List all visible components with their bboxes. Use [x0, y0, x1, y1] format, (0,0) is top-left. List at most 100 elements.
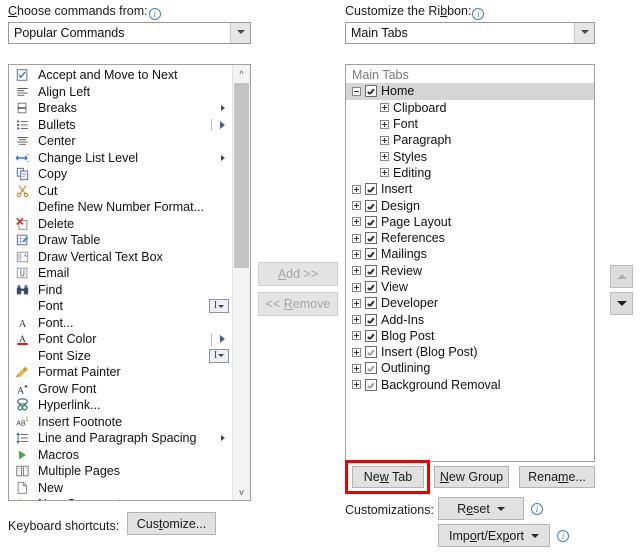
- expand-plus-icon[interactable]: [380, 119, 389, 129]
- command-list-item[interactable]: Format Painter: [9, 364, 233, 381]
- tree-item-checkbox[interactable]: [365, 215, 377, 228]
- expand-plus-icon[interactable]: [352, 184, 361, 194]
- tree-item-checkbox[interactable]: [365, 281, 377, 293]
- expand-plus-icon[interactable]: [380, 135, 389, 145]
- tree-item[interactable]: Styles: [346, 148, 594, 164]
- expand-plus-icon[interactable]: [352, 266, 361, 276]
- command-list-item[interactable]: A Draw Vertical Text Box: [9, 249, 233, 266]
- tree-item-checkbox[interactable]: [365, 85, 377, 98]
- command-list-item[interactable]: Multiple Pages: [9, 463, 233, 480]
- combo-box-indicator-icon[interactable]: I: [209, 299, 229, 313]
- command-list-item[interactable]: New Comment: [9, 496, 233, 500]
- expand-plus-icon[interactable]: [352, 331, 361, 341]
- tree-item[interactable]: Home: [346, 83, 594, 100]
- commands-list-scrollbar[interactable]: ^ v: [232, 65, 250, 500]
- split-dropdown-arrow-icon[interactable]: [220, 120, 225, 129]
- expand-plus-icon[interactable]: [352, 363, 361, 373]
- tree-item[interactable]: Font: [346, 116, 594, 132]
- expand-plus-icon[interactable]: [352, 298, 361, 308]
- tree-item-checkbox[interactable]: [365, 313, 377, 326]
- tree-item-checkbox[interactable]: [365, 183, 377, 196]
- command-list-item[interactable]: AB 1 Insert Footnote: [9, 414, 233, 431]
- command-list-item[interactable]: Email: [9, 265, 233, 282]
- choose-commands-combobox[interactable]: Popular Commands: [8, 22, 251, 44]
- command-list-item[interactable]: Accept and Move to Next: [9, 67, 233, 84]
- expand-plus-icon[interactable]: [352, 201, 361, 211]
- combo-box-indicator-icon[interactable]: I: [209, 348, 229, 363]
- expand-plus-icon[interactable]: [352, 217, 361, 227]
- command-list-item[interactable]: Change List Level: [9, 150, 233, 167]
- tree-item[interactable]: Outlining: [346, 360, 594, 376]
- command-list-item[interactable]: Breaks: [9, 100, 233, 117]
- command-list-item[interactable]: A Grow Font: [9, 381, 233, 398]
- tree-item-checkbox[interactable]: [365, 362, 377, 375]
- expand-plus-icon[interactable]: [380, 103, 389, 113]
- tree-item[interactable]: Editing: [346, 165, 594, 181]
- command-list-item[interactable]: Font I: [9, 298, 233, 315]
- info-icon[interactable]: i: [557, 530, 569, 542]
- info-icon[interactable]: i: [148, 8, 161, 20]
- tree-item-checkbox[interactable]: [365, 248, 377, 261]
- expand-plus-icon[interactable]: [352, 347, 361, 357]
- expand-plus-icon[interactable]: [352, 315, 361, 325]
- expand-plus-icon[interactable]: [352, 233, 361, 243]
- tree-item-checkbox[interactable]: [365, 297, 377, 310]
- tree-item[interactable]: Design: [346, 197, 594, 213]
- rename-button[interactable]: Rename...: [519, 466, 595, 488]
- command-list-item[interactable]: A Font...: [9, 315, 233, 332]
- new-tab-button[interactable]: New Tab: [352, 466, 424, 488]
- import-export-button[interactable]: Import/Export: [438, 524, 550, 547]
- commands-listbox[interactable]: Accept and Move to Next Align Left Breaks B…: [8, 64, 251, 501]
- tree-item[interactable]: References: [346, 230, 594, 246]
- tree-item-checkbox[interactable]: [365, 264, 377, 277]
- tree-item-checkbox[interactable]: [365, 378, 377, 391]
- customize-button[interactable]: Customize...: [127, 512, 216, 535]
- expand-plus-icon[interactable]: [352, 249, 361, 259]
- tree-item[interactable]: Clipboard: [346, 100, 594, 116]
- command-list-item[interactable]: Find: [9, 282, 233, 299]
- scrollbar-thumb[interactable]: [234, 83, 249, 268]
- command-list-item[interactable]: Center: [9, 133, 233, 150]
- command-list-item[interactable]: Hyperlink...: [9, 397, 233, 414]
- command-list-item[interactable]: A Font Color: [9, 331, 233, 348]
- move-down-button[interactable]: [610, 292, 633, 315]
- tree-item[interactable]: Blog Post: [346, 328, 594, 344]
- command-list-item[interactable]: Line and Paragraph Spacing: [9, 430, 233, 447]
- expand-plus-icon[interactable]: [380, 168, 389, 178]
- tree-item[interactable]: Background Removal: [346, 377, 594, 393]
- command-list-item[interactable]: Font Size I: [9, 348, 233, 365]
- scroll-up-icon[interactable]: ^: [233, 65, 250, 82]
- command-list-item[interactable]: Copy: [9, 166, 233, 183]
- command-list-item[interactable]: Cut: [9, 183, 233, 200]
- tree-item[interactable]: Paragraph: [346, 132, 594, 148]
- command-list-item[interactable]: Define New Number Format...: [9, 199, 233, 216]
- new-group-button[interactable]: New Group: [434, 466, 509, 488]
- tree-item[interactable]: Mailings: [346, 246, 594, 262]
- info-icon[interactable]: i: [531, 503, 543, 515]
- tree-item[interactable]: Insert: [346, 181, 594, 197]
- tree-item-checkbox[interactable]: [365, 346, 377, 359]
- info-icon[interactable]: i: [472, 8, 485, 20]
- expand-plus-icon[interactable]: [352, 282, 361, 292]
- split-dropdown-arrow-icon[interactable]: [220, 335, 225, 344]
- command-list-item[interactable]: Align Left: [9, 84, 233, 101]
- tree-item[interactable]: Insert (Blog Post): [346, 344, 594, 360]
- tree-item-checkbox[interactable]: [365, 232, 377, 245]
- tree-item[interactable]: Add-Ins: [346, 311, 594, 327]
- command-list-item[interactable]: Delete: [9, 216, 233, 233]
- submenu-arrow-icon[interactable]: [221, 435, 225, 442]
- tree-item-checkbox[interactable]: [365, 329, 377, 342]
- command-list-item[interactable]: Draw Table: [9, 232, 233, 249]
- collapse-minus-icon[interactable]: [352, 86, 361, 96]
- scroll-down-icon[interactable]: v: [233, 483, 250, 500]
- ribbon-tree[interactable]: Main Tabs Home Clipboard Font Paragraph Style…: [345, 64, 595, 462]
- expand-plus-icon[interactable]: [380, 152, 389, 162]
- tree-item[interactable]: Developer: [346, 295, 594, 311]
- tree-item[interactable]: Review: [346, 263, 594, 279]
- command-list-item[interactable]: Bullets: [9, 117, 233, 134]
- chevron-down-icon[interactable]: [574, 23, 594, 43]
- expand-plus-icon[interactable]: [352, 380, 361, 390]
- tree-item[interactable]: View: [346, 279, 594, 295]
- customize-ribbon-combobox[interactable]: Main Tabs: [345, 22, 595, 44]
- add-button[interactable]: Add >>: [258, 262, 338, 286]
